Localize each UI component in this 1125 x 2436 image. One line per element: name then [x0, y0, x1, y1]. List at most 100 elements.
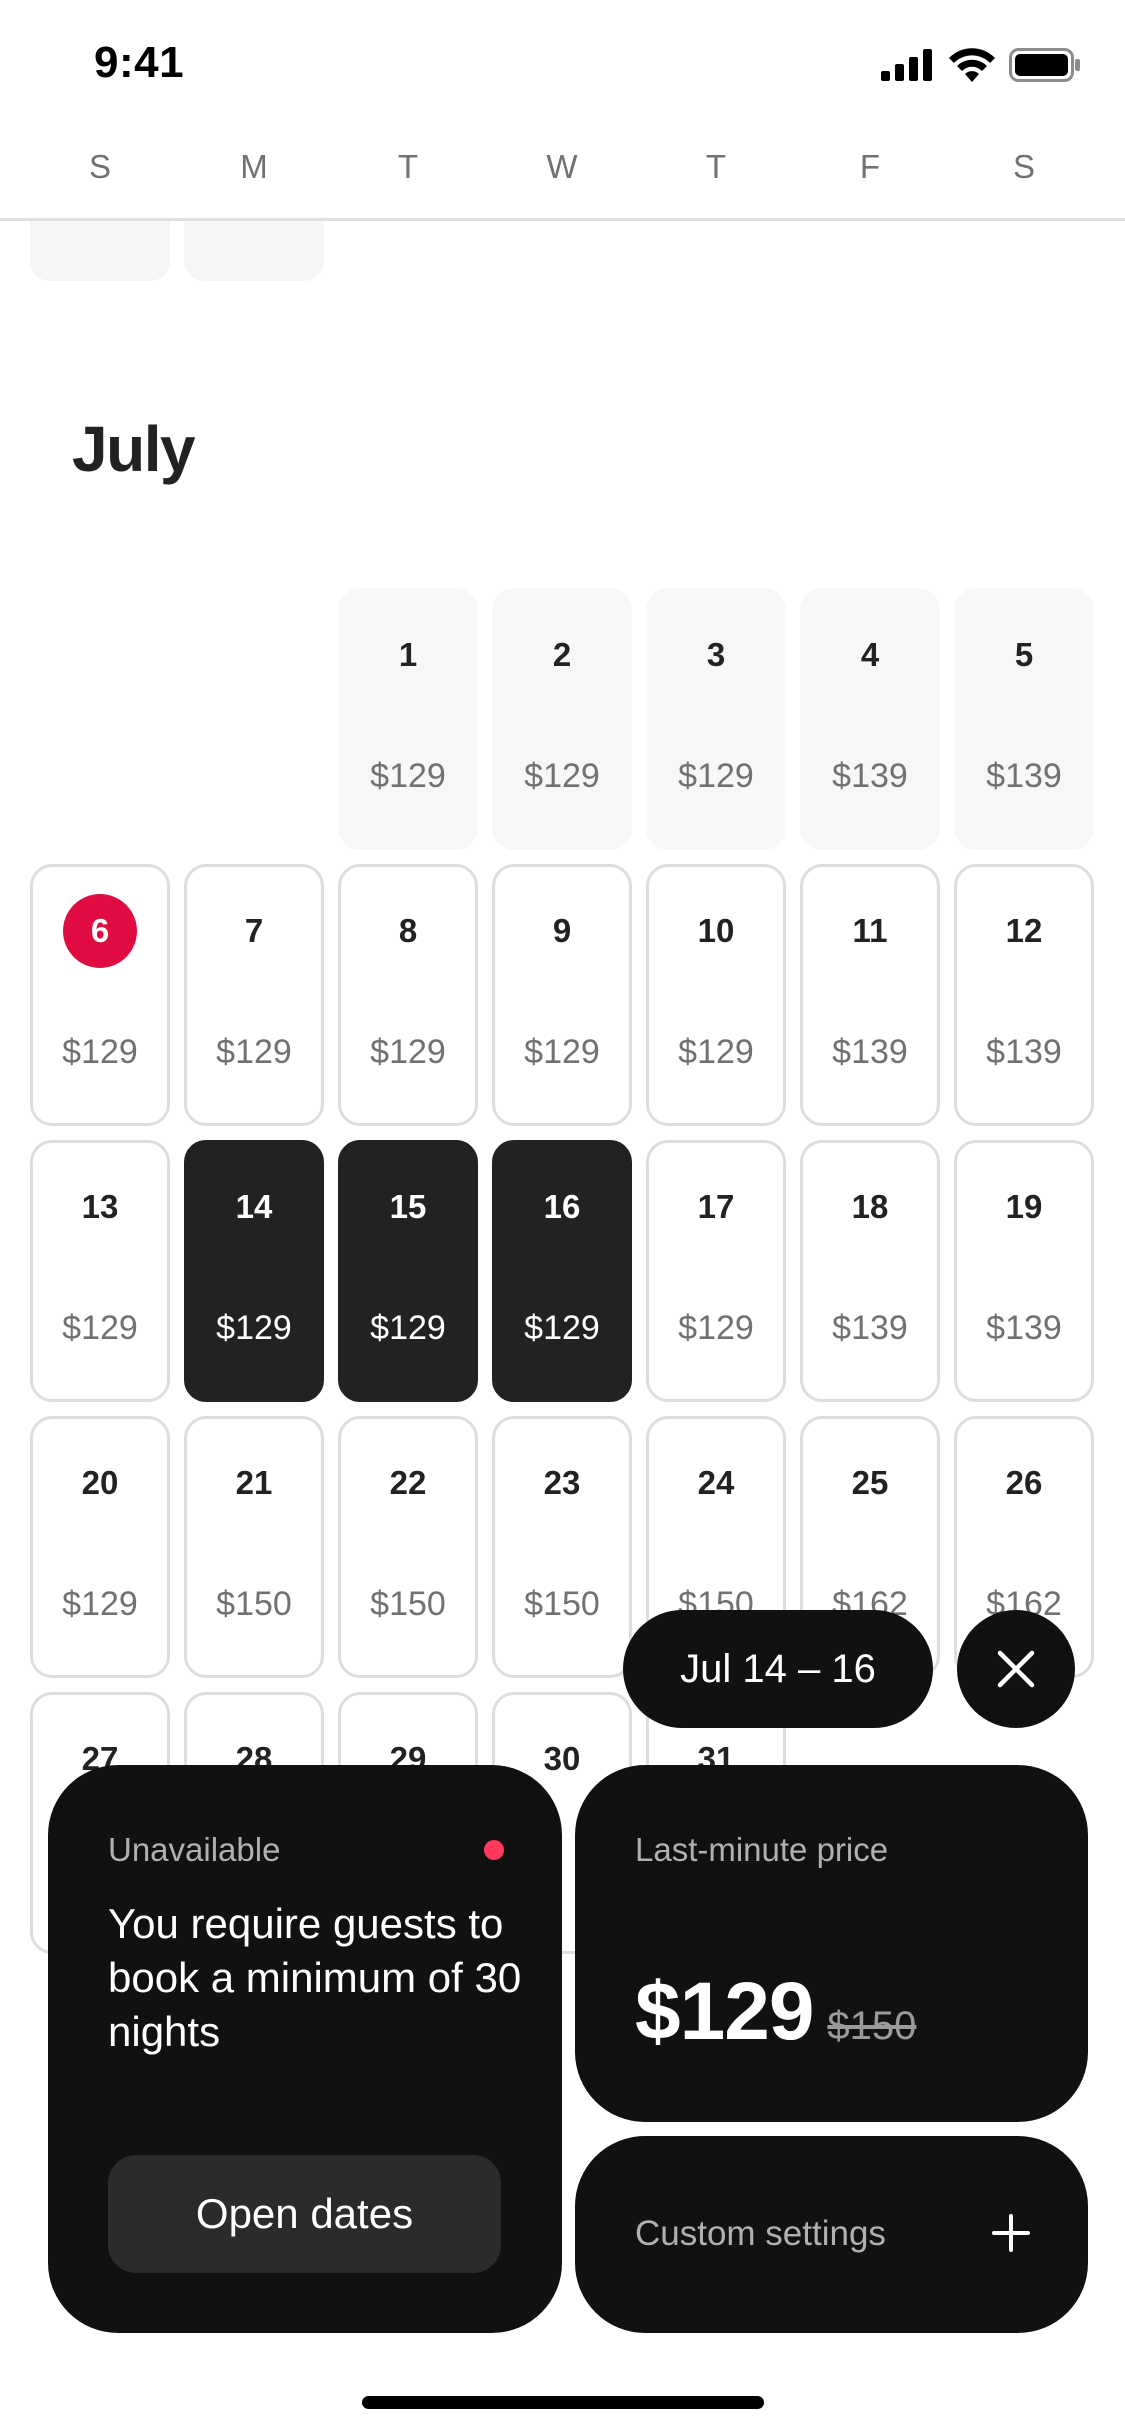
day-price: $139	[986, 757, 1062, 795]
day-number: 8	[341, 912, 475, 950]
day-number-text: 21	[235, 1464, 273, 1501]
day-number: 5	[957, 636, 1091, 674]
day-number-text: 14	[235, 1188, 273, 1225]
day-number: 20	[33, 1464, 167, 1502]
day-number: 4	[803, 636, 937, 674]
day-price: $129	[62, 1033, 138, 1071]
original-price: $150	[827, 2004, 917, 2048]
calendar-day-19[interactable]: 19 $139	[954, 1140, 1094, 1402]
day-number-text: 10	[697, 912, 735, 949]
plus-icon	[992, 2214, 1030, 2252]
day-number-text: 9	[552, 912, 572, 949]
weekday-thu: T	[705, 148, 727, 185]
month-title: July	[72, 413, 196, 485]
calendar-day-8[interactable]: 8 $129	[338, 864, 478, 1126]
day-price: $129	[216, 1033, 292, 1071]
day-price: $129	[62, 1309, 138, 1347]
day-number-text: 23	[543, 1464, 581, 1501]
custom-settings-button[interactable]: Custom settings	[575, 2136, 1088, 2333]
day-number: 1	[341, 636, 475, 674]
day-number: 17	[649, 1188, 783, 1226]
day-number: 25	[803, 1464, 937, 1502]
calendar-day-23[interactable]: 23 $150	[492, 1416, 632, 1678]
day-number: 24	[649, 1464, 783, 1502]
day-number: 11	[803, 912, 937, 950]
calendar-day-14[interactable]: 14 $129	[184, 1140, 324, 1402]
calendar-day-5[interactable]: 5 $139	[954, 588, 1094, 850]
calendar-day-17[interactable]: 17 $129	[646, 1140, 786, 1402]
day-number-text: 3	[706, 636, 726, 673]
day-number: 6	[33, 894, 167, 968]
day-number: 13	[33, 1188, 167, 1226]
calendar-day-16[interactable]: 16 $129	[492, 1140, 632, 1402]
day-number-text: 15	[389, 1188, 427, 1225]
wifi-icon	[949, 48, 995, 82]
calendar-day-3[interactable]: 3 $129	[646, 588, 786, 850]
calendar-day-6[interactable]: 6 $129	[30, 864, 170, 1126]
day-number: 2	[495, 636, 629, 674]
day-number: 9	[495, 912, 629, 950]
day-price: $129	[216, 1309, 292, 1347]
day-price: $139	[832, 757, 908, 795]
day-price: $129	[678, 757, 754, 795]
day-number: 23	[495, 1464, 629, 1502]
day-number: 18	[803, 1188, 937, 1226]
day-price: $139	[986, 1033, 1062, 1071]
calendar-day-10[interactable]: 10 $129	[646, 864, 786, 1126]
day-number-text: 16	[543, 1188, 581, 1225]
calendar-day-15[interactable]: 15 $129	[338, 1140, 478, 1402]
battery-icon	[1009, 48, 1080, 82]
day-number-text: 2	[552, 636, 572, 673]
availability-label: Unavailable	[108, 1831, 281, 1868]
open-dates-button[interactable]: Open dates	[108, 2155, 501, 2273]
calendar-day-11[interactable]: 11 $139	[800, 864, 940, 1126]
day-number: 7	[187, 912, 321, 950]
day-number-text: 12	[1005, 912, 1043, 949]
calendar-day-9[interactable]: 9 $129	[492, 864, 632, 1126]
day-price: $129	[62, 1585, 138, 1623]
day-number: 15	[341, 1188, 475, 1226]
calendar-day-4[interactable]: 4 $139	[800, 588, 940, 850]
day-number: 16	[495, 1188, 629, 1226]
calendar-day-13[interactable]: 13 $129	[30, 1140, 170, 1402]
signal-icon	[881, 49, 932, 81]
day-number-text: 6	[63, 894, 137, 968]
last-minute-price-panel[interactable]: Last-minute price $129 $150	[575, 1765, 1088, 2122]
day-number: 22	[341, 1464, 475, 1502]
day-number: 19	[957, 1188, 1091, 1226]
unavailable-panel: Unavailable You require guests to book a…	[48, 1765, 562, 2333]
day-number: 21	[187, 1464, 321, 1502]
day-number-text: 4	[860, 636, 880, 673]
day-number-text: 13	[81, 1188, 119, 1225]
calendar-day-2[interactable]: 2 $129	[492, 588, 632, 850]
selected-range-pill[interactable]: Jul 14 – 16	[623, 1610, 933, 1728]
day-number-text: 8	[398, 912, 418, 949]
weekday-fri: F	[859, 148, 881, 185]
calendar-day-1[interactable]: 1 $129	[338, 588, 478, 850]
status-icons	[881, 48, 1081, 82]
weekday-header: S M T W T F S	[0, 132, 1125, 221]
day-number-text: 1	[398, 636, 418, 673]
calendar-day-20[interactable]: 20 $129	[30, 1416, 170, 1678]
previous-month-cell	[184, 221, 324, 281]
day-number-text: 18	[851, 1188, 889, 1225]
status-bar: 9:41	[0, 0, 1125, 132]
close-selection-button[interactable]	[957, 1610, 1075, 1728]
day-number-text: 17	[697, 1188, 735, 1225]
calendar-day-7[interactable]: 7 $129	[184, 864, 324, 1126]
day-price: $139	[832, 1033, 908, 1071]
calendar-day-12[interactable]: 12 $139	[954, 864, 1094, 1126]
weekday-sun: S	[88, 148, 111, 185]
day-number-text: 22	[389, 1464, 427, 1501]
weekday-mon: M	[240, 148, 268, 185]
status-time: 9:41	[94, 38, 185, 87]
day-price: $129	[678, 1033, 754, 1071]
day-price: $139	[832, 1309, 908, 1347]
day-number-text: 25	[851, 1464, 889, 1501]
calendar-day-21[interactable]: 21 $150	[184, 1416, 324, 1678]
day-price: $129	[370, 1309, 446, 1347]
calendar-day-18[interactable]: 18 $139	[800, 1140, 940, 1402]
weekday-sat: S	[1012, 148, 1035, 185]
unavailable-dot	[484, 1840, 504, 1860]
calendar-day-22[interactable]: 22 $150	[338, 1416, 478, 1678]
